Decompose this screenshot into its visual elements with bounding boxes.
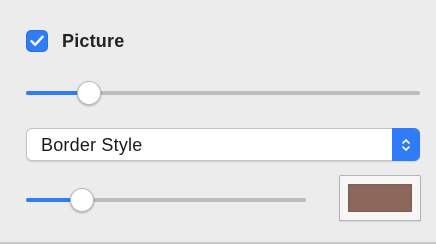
picture-slider-thumb[interactable] (77, 81, 101, 105)
up-down-chevrons-icon (402, 138, 410, 151)
picture-slider[interactable] (26, 80, 420, 106)
border-width-slider[interactable] (26, 187, 306, 213)
checkmark-icon (30, 35, 44, 46)
border-color-swatch (348, 184, 412, 212)
popup-arrows-button[interactable] (392, 128, 420, 161)
border-style-popup-value: Border Style (41, 135, 143, 155)
border-style-popup[interactable]: Border Style (26, 128, 420, 161)
picture-checkbox[interactable] (26, 30, 48, 52)
border-color-well[interactable] (339, 175, 421, 221)
picture-settings-panel: Picture Border Style (0, 0, 436, 244)
picture-option: Picture (26, 28, 124, 54)
picture-checkbox-label[interactable]: Picture (62, 31, 124, 52)
border-width-slider-thumb[interactable] (70, 188, 94, 212)
